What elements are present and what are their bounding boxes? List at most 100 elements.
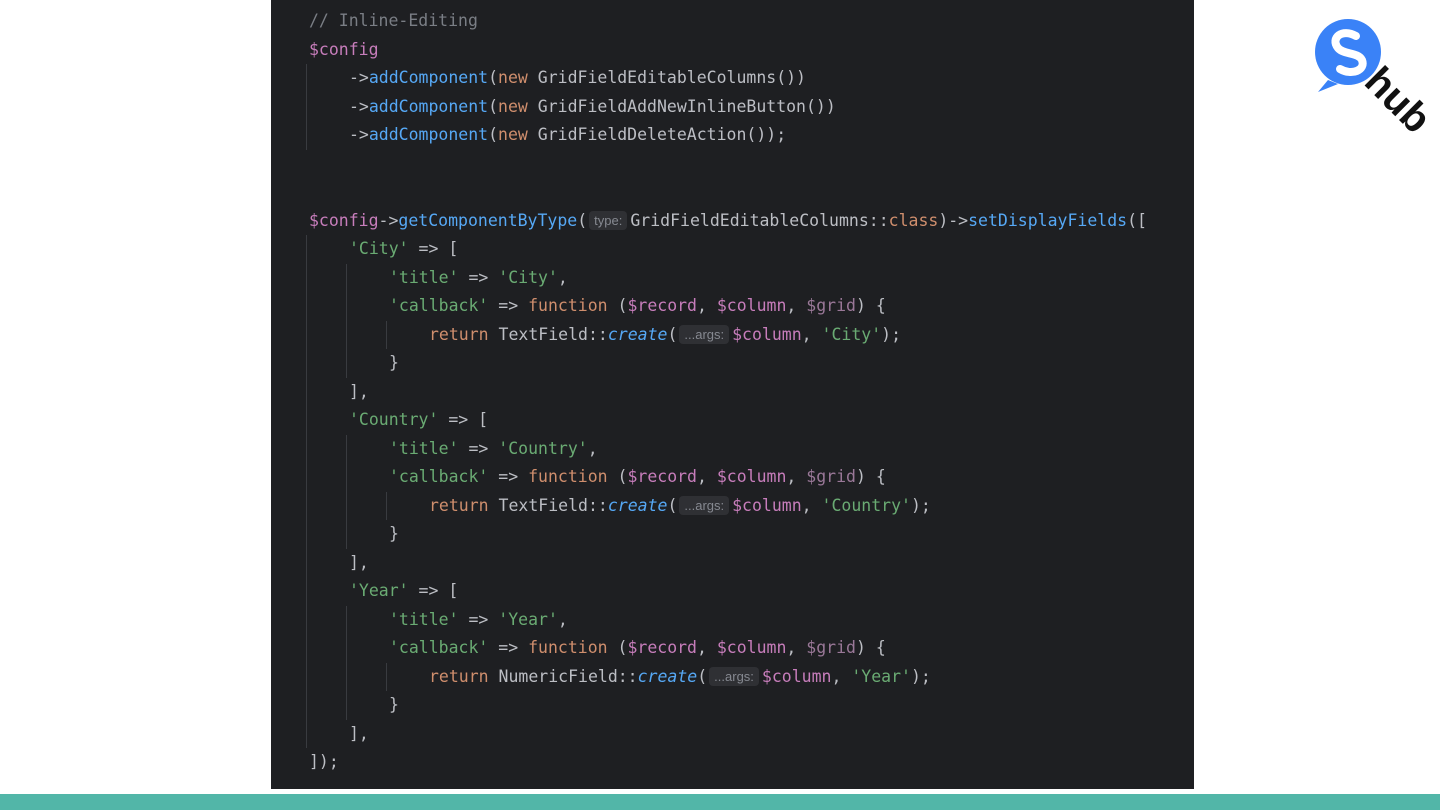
indent-guide [306,691,307,720]
indent-guide [306,577,307,606]
code-token: $column [732,495,802,515]
accent-bar [0,794,1440,810]
code-token: 'callback' [389,638,489,657]
code-token: ( [607,296,628,315]
code-line: 'title' => 'Country', [271,434,1194,464]
code-token: getComponentByType [398,210,578,230]
code-line-content: ]); [309,748,339,777]
code-token: , [831,666,852,686]
code-token: 'City' [498,267,558,287]
code-token: -> [349,125,369,144]
indent-guide [306,292,307,321]
code-line-content: } [389,520,399,549]
code-token: $grid [806,296,856,315]
parameter-hint: ...args: [679,324,730,344]
code-token: , [786,467,807,486]
indent-guide [346,605,347,634]
indent-guide [386,320,387,349]
code-line-content: 'City' => [ [349,235,458,264]
code-token: $column [761,666,832,686]
code-token: create [607,324,668,344]
code-token: => [488,467,529,486]
indent-guide [306,263,307,292]
code-token: 'Country' [349,410,439,429]
indent-guide [346,634,347,663]
code-token: ( [607,638,628,657]
code-line: } [271,520,1194,549]
code-token: $config [309,39,379,59]
code-token: $config [309,210,379,230]
code-token: ], [349,723,369,743]
code-token: 'City' [821,324,882,344]
indent-guide [306,320,307,349]
code-token: ([ [1127,210,1147,230]
code-token: 'Year' [851,666,911,686]
indent-guide [306,605,307,634]
code-token: setDisplayFields [968,210,1128,230]
code-token: => [458,438,499,458]
indent-guide [346,463,347,492]
code-token: return [429,666,499,686]
code-token: $column [732,324,802,344]
code-line-content: 'Country' => [ [349,406,488,435]
code-token: $column [716,467,787,486]
code-token: ) { [855,638,886,657]
code-line-content: } [389,349,399,378]
code-token: 'Year' [349,581,409,600]
code-token: 'Country' [821,495,911,515]
s-bubble-icon: hub [1315,19,1439,142]
code-token: , [557,267,568,287]
code-token: , [697,467,717,486]
code-token: => [ [408,239,459,258]
code-token: } [389,353,399,372]
code-token: , [801,324,822,344]
code-token: 'title' [389,267,459,287]
code-token: ); [910,495,931,515]
code-token: TextField:: [498,495,608,515]
code-line: return TextField::create(...args: $column… [271,491,1194,520]
parameter-hint: ...args: [709,666,759,686]
code-token: ( [667,324,678,344]
indent-guide [306,548,307,577]
code-token: ) { [855,296,886,315]
code-token: ( [607,467,628,486]
code-line-content: ->addComponent(new GridFieldAddNewInline… [349,93,836,122]
code-token: $grid [806,638,856,657]
code-token: $grid [806,467,856,486]
code-token: } [389,524,399,543]
code-token: => [ [438,410,489,429]
code-token: 'Country' [498,438,588,458]
indent-guide [306,634,307,663]
code-editor-panel: // Inline-Editing $config ->addComponent(n… [271,0,1194,789]
parameter-hint: ...args: [679,495,730,515]
code-token: , [801,495,822,515]
code-token: ( [697,666,708,686]
code-line: ->addComponent(new GridFieldDeleteAction… [271,121,1194,150]
parameter-hint: type: [589,210,628,230]
code-line-content: 'title' => 'Country', [389,435,598,464]
code-line-content: ], [349,378,369,407]
code-token: addComponent [368,68,489,87]
indent-guide [346,491,347,520]
code-line-content: ->addComponent(new GridFieldEditableColu… [349,64,806,93]
code-line-content: ], [349,720,369,749]
code-token: , [587,438,598,458]
indent-guide [306,92,307,121]
code-token: , [697,638,717,657]
code-line-content: 'title' => 'City', [389,264,568,293]
code-line: 'title' => 'Year', [271,605,1194,634]
code-line-content: 'callback' => function ($record, $column… [389,463,886,492]
code-token: ( [488,68,499,87]
indent-guide [306,406,307,435]
code-token: => [458,267,499,287]
code-token: , [557,609,568,629]
code-token: return [429,324,499,344]
indent-guide [306,719,307,748]
code-token: ( [488,96,499,116]
code-line: 'callback' => function ($record, $column… [271,634,1194,663]
code-line-content: // Inline-Editing [309,7,478,36]
code-token: 'City' [349,239,409,258]
code-line: // Inline-Editing [271,7,1194,36]
code-token: new [498,125,538,144]
